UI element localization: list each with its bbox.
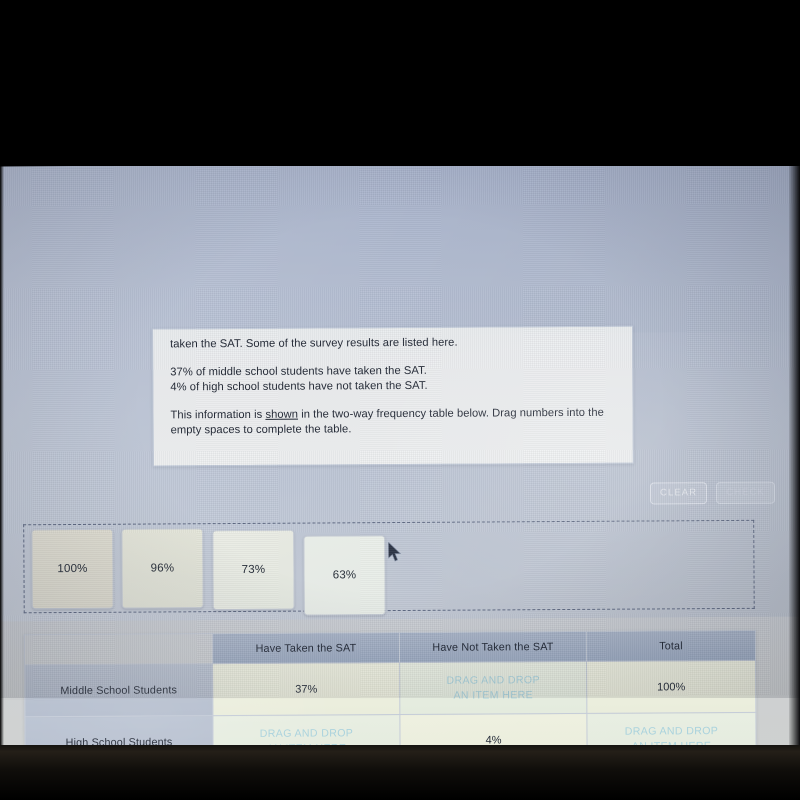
prompt-instruction-line-1: This information is shown in the two-way… [170, 406, 615, 424]
clear-button[interactable]: CLEAR [649, 482, 708, 505]
bezel-top [0, 0, 800, 166]
bezel-left [0, 160, 4, 760]
column-header-have-taken: Have Taken the SAT [212, 632, 400, 664]
laptop-screen-photo: taken the SAT. Some of the survey result… [0, 0, 800, 800]
dropzone-middle-have-not-taken[interactable]: DRAG AND DROP AN ITEM HERE [399, 661, 587, 715]
draggable-tile[interactable]: 96% [121, 528, 204, 609]
answer-toolbar: CLEAR CHECK [649, 481, 776, 505]
cell-middle-total: 100% [586, 660, 756, 714]
cell-middle-have-taken: 37% [212, 662, 400, 716]
dropzone-line-1: DRAG AND DROP [446, 673, 540, 687]
table-header-row: Have Taken the SAT Have Not Taken the SA… [24, 630, 756, 665]
table-row: Middle School Students 37% DRAG AND DROP… [24, 660, 756, 717]
dropzone-line-1: DRAG AND DROP [259, 726, 354, 740]
prompt-instruction-a: This information is [170, 408, 266, 422]
chromebook-screen: taken the SAT. Some of the survey result… [0, 161, 800, 800]
check-button[interactable]: CHECK [716, 481, 776, 505]
bezel-bottom [0, 745, 800, 800]
draggable-tile[interactable]: 73% [212, 529, 295, 611]
prompt-instruction-underlined: shown [265, 408, 299, 421]
draggable-tile[interactable]: 100% [31, 528, 114, 610]
bezel-right [789, 160, 800, 760]
question-prompt-panel: taken the SAT. Some of the survey result… [152, 325, 634, 467]
dropzone-line-1: DRAG AND DROP [624, 724, 719, 738]
dropzone-line-2: AN ITEM HERE [453, 688, 534, 702]
column-header-total: Total [586, 630, 756, 662]
draggable-tile[interactable]: 63% [303, 535, 386, 616]
prompt-instruction-line-2: empty spaces to complete the table. [170, 423, 352, 437]
mouse-cursor-icon [388, 541, 402, 562]
column-header-have-not-taken: Have Not Taken the SAT [399, 631, 587, 663]
prompt-instruction-b: in the two-way frequency table below. Dr… [297, 406, 604, 421]
table-corner-cell [24, 633, 213, 665]
row-header-middle-school: Middle School Students [24, 663, 213, 717]
